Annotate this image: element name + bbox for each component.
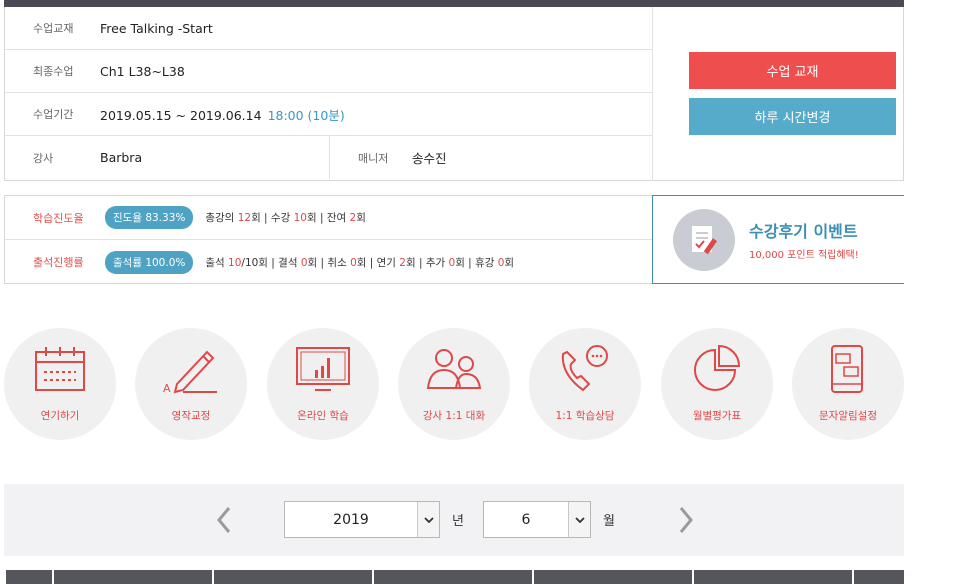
- menu-monthly-report-label: 월별평가표: [692, 410, 742, 422]
- chevron-right-icon: [679, 507, 693, 533]
- attendance-detail: 출석 10/10회 | 결석 0회 | 취소 0회 | 연기 2회 | 추가 0…: [205, 256, 515, 269]
- learning-progress-badge: 진도율 83.33%: [105, 206, 194, 229]
- learning-progress-label: 학습진도율: [33, 211, 84, 225]
- attendance-progress-label: 출석진행률: [33, 256, 84, 269]
- year-select[interactable]: 2019: [284, 501, 440, 538]
- last-lesson-label: 최종수업: [33, 65, 74, 78]
- manager-label: 매니저: [358, 151, 389, 165]
- year-value: 2019: [333, 511, 369, 528]
- year-unit: 년: [452, 514, 464, 529]
- period-dates: 2019.05.15 ~ 2019.06.14: [100, 107, 262, 123]
- menu-teacher-chat[interactable]: 강사 1:1 대화: [398, 328, 510, 440]
- calendar-header-cell: [4, 570, 52, 584]
- progress-panel: 학습진도율 진도율 83.33% 총강의 12회 | 수강 10회 | 잔여 2…: [4, 195, 653, 284]
- review-event-banner[interactable]: 수강후기 이벤트 10,000 포인트 적립혜택!: [652, 195, 904, 284]
- month-unit: 월: [603, 514, 615, 529]
- mobile-message-icon: [831, 345, 863, 393]
- chevron-down-icon: [568, 502, 590, 537]
- learning-progress-detail: 총강의 12회 | 수강 10회 | 잔여 2회: [205, 212, 366, 224]
- period-label: 수업기간: [33, 108, 74, 121]
- period-row: 수업기간 2019.05.15 ~ 2019.06.14 18:00 (10분): [5, 93, 652, 136]
- learning-progress-row: 학습진도율 진도율 83.33% 총강의 12회 | 수강 10회 | 잔여 2…: [5, 196, 652, 240]
- date-selector-bar: 2019 년 6 월: [4, 484, 904, 556]
- menu-sms-settings[interactable]: 문자알림설정: [792, 328, 904, 440]
- teacher-value: Barbra: [100, 150, 143, 165]
- calendar-header-cell: [532, 570, 692, 584]
- monitor-chart-icon: [296, 347, 350, 391]
- next-month-button[interactable]: [668, 502, 704, 538]
- menu-teacher-chat-label: 강사 1:1 대화: [422, 410, 486, 422]
- menu-writing-correction-label: 영작교정: [171, 410, 211, 422]
- event-subtitle: 10,000 포인트 적립혜택!: [749, 250, 859, 261]
- menu-writing-correction[interactable]: A 영작교정: [135, 328, 247, 440]
- period-time: 18:00 (10분): [267, 107, 345, 123]
- menu-online-learning[interactable]: 온라인 학습: [267, 328, 379, 440]
- last-lesson-row: 최종수업 Ch1 L38~L38: [5, 50, 652, 93]
- menu-consulting[interactable]: 1:1 학습상담: [529, 328, 641, 440]
- menu-online-learning-label: 온라인 학습: [297, 410, 349, 422]
- calendar-header-cell: [692, 570, 852, 584]
- attendance-progress-badge: 출석률 100.0%: [105, 250, 194, 274]
- menu-monthly-report[interactable]: 월별평가표: [661, 328, 773, 440]
- course-info-table: 수업교재 Free Talking -Start 최종수업 Ch1 L38~L3…: [5, 7, 652, 180]
- calendar-header-cell: [852, 570, 904, 584]
- people-icon: [426, 349, 482, 389]
- month-value: 6: [521, 511, 531, 528]
- menu-consulting-label: 1:1 학습상담: [555, 410, 615, 422]
- chevron-down-icon: [417, 502, 439, 537]
- prev-month-button[interactable]: [206, 502, 242, 538]
- manager-cell: 매니저 송수진: [329, 136, 652, 179]
- chevron-left-icon: [217, 507, 231, 533]
- svg-text:A: A: [163, 382, 171, 394]
- menu-postpone[interactable]: 연기하기: [4, 328, 116, 440]
- course-info-panel: 수업교재 Free Talking -Start 최종수업 Ch1 L38~L3…: [4, 7, 904, 181]
- course-material-value: Free Talking -Start: [100, 20, 213, 36]
- last-lesson-value: Ch1 L38~L38: [100, 63, 185, 79]
- calendar-icon: [35, 347, 85, 391]
- quick-menu: 연기하기 A 영작교정 온라인 학습 강사 1:1 대화 1:1 학습상담 월별…: [4, 328, 904, 440]
- pencil-icon: A: [163, 350, 217, 394]
- menu-sms-settings-label: 문자알림설정: [819, 410, 877, 422]
- attendance-progress-row: 출석진행률 출석률 100.0% 출석 10/10회 | 결석 0회 | 취소 …: [5, 240, 652, 284]
- change-time-button[interactable]: 하루 시간변경: [689, 98, 896, 135]
- calendar-header-cell: [372, 570, 532, 584]
- event-title: 수강후기 이벤트: [749, 222, 858, 241]
- pie-chart-icon: [694, 344, 741, 391]
- course-material-label: 수업교재: [33, 22, 74, 35]
- course-material-row: 수업교재 Free Talking -Start: [5, 7, 652, 50]
- calendar-header-cell: [212, 570, 372, 584]
- month-select[interactable]: 6: [483, 501, 591, 538]
- top-bar: [4, 0, 904, 7]
- phone-chat-icon: [561, 345, 608, 392]
- menu-postpone-label: 연기하기: [40, 410, 80, 422]
- review-document-icon: [673, 208, 735, 271]
- teacher-label: 강사: [33, 151, 54, 165]
- calendar-header-cell: [52, 570, 212, 584]
- manager-value: 송수진: [412, 151, 447, 166]
- course-material-button[interactable]: 수업 교재: [689, 52, 896, 89]
- course-actions: 수업 교재 하루 시간변경: [652, 7, 904, 180]
- teacher-row: 강사 Barbra 매니저 송수진: [5, 136, 652, 179]
- period-value: 2019.05.15 ~ 2019.06.14 18:00 (10분): [100, 105, 345, 124]
